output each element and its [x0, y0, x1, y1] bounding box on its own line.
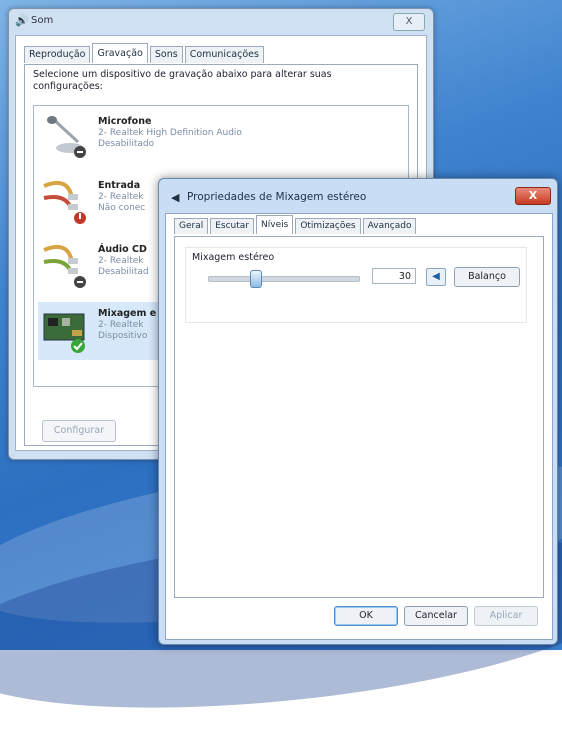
tab-escutar[interactable]: Escutar — [210, 218, 255, 234]
level-slider[interactable] — [208, 270, 360, 288]
speaker-title-icon: ◀ — [171, 191, 180, 204]
level-label: Mixagem estéreo — [192, 252, 275, 263]
device-status: Dispositivo — [98, 331, 148, 341]
device-name: Entrada — [98, 180, 141, 191]
speaker-title-icon: 🔊 — [15, 14, 29, 27]
level-value-input[interactable]: 30 — [372, 268, 416, 284]
properties-close-button[interactable]: X — [515, 187, 551, 205]
properties-body: Geral Escutar Níveis Otimizações Avançad… — [165, 213, 553, 640]
line-in-icon — [38, 176, 94, 228]
tab-reproducao[interactable]: Reprodução — [24, 46, 91, 63]
device-status: Não conec — [98, 203, 146, 213]
level-group: Mixagem estéreo 30 ◀ Balanço — [185, 247, 527, 323]
instruction-text: Selecione um dispositivo de gravação aba… — [33, 69, 332, 92]
device-name: Microfone — [98, 116, 152, 127]
properties-tabs: Geral Escutar Níveis Otimizações Avançad… — [174, 215, 418, 236]
apply-button[interactable]: Aplicar — [474, 606, 538, 626]
ok-button[interactable]: OK — [334, 606, 398, 626]
speaker-icon[interactable]: ◀ — [426, 268, 446, 286]
device-driver: 2- Realtek High Definition Audio — [98, 128, 242, 138]
stereo-mix-icon — [38, 304, 94, 356]
properties-dialog-title: Propriedades de Mixagem estéreo — [187, 191, 367, 203]
device-name: Áudio CD — [98, 244, 147, 255]
configure-button[interactable]: Configurar — [42, 420, 116, 442]
microphone-icon — [38, 112, 94, 164]
device-name: Mixagem e — [98, 308, 157, 319]
tab-gravacao[interactable]: Gravação — [92, 43, 148, 63]
sound-close-button[interactable]: X — [393, 13, 425, 31]
sound-tabs: Reprodução Gravação Sons Comunicações — [24, 43, 266, 64]
device-status: Desabilitado — [98, 139, 155, 149]
sound-window-title: Som — [31, 15, 54, 26]
levels-tab-panel: Mixagem estéreo 30 ◀ Balanço — [174, 236, 544, 598]
tab-niveis[interactable]: Níveis — [256, 215, 294, 234]
properties-titlebar[interactable]: ◀ Propriedades de Mixagem estéreo X — [159, 179, 557, 213]
tab-geral[interactable]: Geral — [174, 218, 209, 234]
tab-comunicacoes[interactable]: Comunicações — [184, 46, 264, 63]
device-driver: 2- Realtek — [98, 256, 144, 266]
tab-otimizacoes[interactable]: Otimizações — [295, 218, 361, 234]
tab-sons[interactable]: Sons — [149, 46, 183, 63]
balance-button[interactable]: Balanço — [454, 267, 520, 287]
cancel-button[interactable]: Cancelar — [404, 606, 468, 626]
device-driver: 2- Realtek — [98, 192, 144, 202]
level-slider-thumb[interactable] — [250, 270, 263, 288]
sound-titlebar[interactable]: 🔊 Som X — [9, 9, 433, 35]
tab-avancado[interactable]: Avançado — [362, 218, 417, 234]
cd-audio-icon — [38, 240, 94, 292]
device-status: Desabilitad — [98, 267, 149, 277]
properties-dialog: ◀ Propriedades de Mixagem estéreo X Gera… — [158, 178, 558, 645]
device-driver: 2- Realtek — [98, 320, 144, 330]
list-item-device[interactable]: Microfone 2- Realtek High Definition Aud… — [38, 110, 398, 168]
